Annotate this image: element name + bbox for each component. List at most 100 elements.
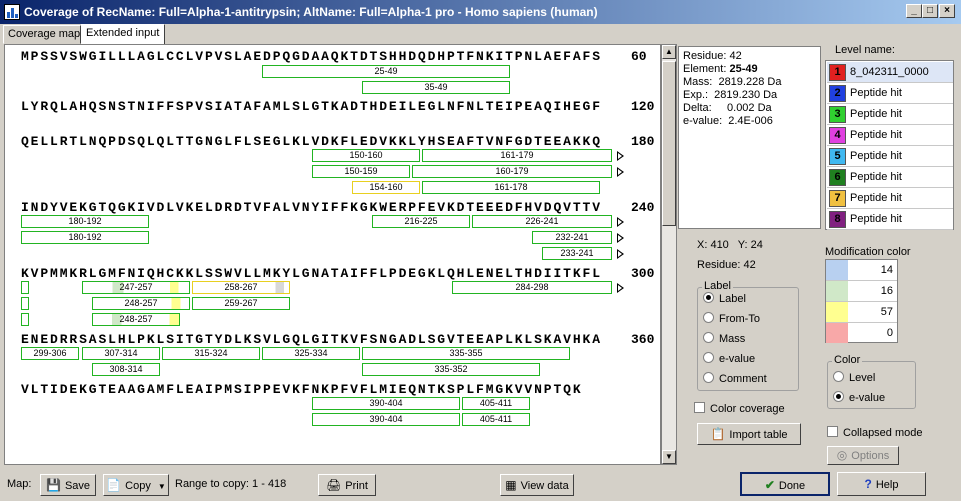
radio-from-to[interactable]: From-To: [703, 312, 760, 325]
peptide-bar[interactable]: 150-160: [312, 149, 420, 162]
options-button[interactable]: ◎ Options: [827, 446, 899, 465]
floppy-icon: 💾: [45, 478, 61, 492]
level-item[interactable]: 8 Peptide hit: [827, 209, 953, 230]
copy-button[interactable]: 📄 Copy ▼: [103, 474, 169, 496]
radio-label[interactable]: Label: [703, 292, 746, 305]
radio-e-value[interactable]: e-value: [703, 352, 755, 365]
sequence-position: 360: [631, 332, 655, 347]
peptide-bar[interactable]: 390-404: [312, 413, 460, 426]
level-item[interactable]: 5 Peptide hit: [827, 146, 953, 167]
save-button[interactable]: 💾 Save: [40, 474, 96, 496]
peptide-bar[interactable]: [21, 281, 29, 294]
clipboard-icon: 📋: [710, 427, 726, 441]
peptide-bar[interactable]: 161-178: [422, 181, 600, 194]
peptide-bar[interactable]: 161-179: [422, 149, 612, 162]
import-table-button[interactable]: 📋 Import table: [697, 423, 801, 445]
continuation-arrow-icon: [617, 249, 624, 259]
peptide-bar[interactable]: 232-241: [532, 231, 612, 244]
app-icon: [4, 4, 20, 20]
peptide-bar[interactable]: 307-314: [82, 347, 160, 360]
scroll-up-icon[interactable]: ▲: [662, 45, 676, 59]
color-group-title: Color: [832, 354, 863, 366]
level-color-swatch: 8: [829, 211, 846, 228]
info-element: Element: 25-49: [683, 63, 758, 75]
level-item[interactable]: 3 Peptide hit: [827, 104, 953, 125]
print-button[interactable]: 🖨 Print: [318, 474, 376, 496]
sequence-position: 300: [631, 266, 655, 281]
radio-color-e-value[interactable]: e-value: [833, 391, 885, 404]
vertical-scrollbar[interactable]: ▲ ▼: [661, 44, 677, 465]
peptide-bar[interactable]: 258-267: [192, 281, 290, 294]
modification-row[interactable]: 0: [826, 323, 897, 344]
peptide-bar[interactable]: 180-192: [21, 215, 149, 228]
tab-coverage-map[interactable]: Coverage map: [3, 25, 81, 44]
peptide-bar[interactable]: 226-241: [472, 215, 612, 228]
table-icon: ▦: [505, 478, 517, 492]
radio-mass[interactable]: Mass: [703, 332, 745, 345]
level-item[interactable]: 7 Peptide hit: [827, 188, 953, 209]
map-label: Map:: [7, 478, 32, 490]
peptide-bar[interactable]: 150-159: [312, 165, 410, 178]
peptide-bar[interactable]: 335-355: [362, 347, 570, 360]
level-item[interactable]: 2 Peptide hit: [827, 83, 953, 104]
modification-color-table[interactable]: 14 16 57 0: [825, 259, 898, 343]
range-to-copy: Range to copy: 1 - 418: [175, 478, 287, 490]
help-icon: ?: [864, 477, 872, 491]
peptide-bar[interactable]: 247-257: [82, 281, 190, 294]
collapsed-mode-checkbox[interactable]: Collapsed mode: [827, 426, 923, 439]
continuation-arrow-icon: [617, 167, 624, 177]
close-button[interactable]: ×: [939, 4, 955, 18]
level-color-swatch: 7: [829, 190, 846, 207]
modification-row[interactable]: 16: [826, 281, 897, 302]
radio-level[interactable]: Level: [833, 371, 875, 384]
view-data-button[interactable]: ▦ View data: [500, 474, 574, 496]
radio-comment[interactable]: Comment: [703, 372, 767, 385]
peptide-bar[interactable]: 154-160: [352, 181, 420, 194]
maximize-button[interactable]: □: [922, 4, 938, 18]
modification-row[interactable]: 57: [826, 302, 897, 323]
sequence-position: 180: [631, 134, 655, 149]
peptide-bar[interactable]: 216-225: [372, 215, 470, 228]
scroll-down-icon[interactable]: ▼: [662, 450, 676, 464]
scrollbar-thumb[interactable]: [662, 61, 676, 226]
sequence-coverage-map[interactable]: MPSSVSWGILLLAGLCCLVPVSLAEDPQGDAAQKTDTSHH…: [4, 44, 661, 465]
level-color-swatch: 3: [829, 106, 846, 123]
peptide-bar[interactable]: 299-306: [21, 347, 79, 360]
minimize-button[interactable]: _: [906, 4, 922, 18]
level-item[interactable]: 4 Peptide hit: [827, 125, 953, 146]
info-exp: Exp.: 2819.230 Da: [683, 89, 778, 101]
peptide-bar[interactable]: 35-49: [362, 81, 510, 94]
peptide-bar[interactable]: 180-192: [21, 231, 149, 244]
modification-title: Modification color: [825, 246, 911, 258]
peptide-bar[interactable]: 405-411: [462, 413, 530, 426]
sequence-line: KVPMMKRLGMFNIQHCKKLSSWVLLMKYLGNATAIFFLPD…: [21, 266, 602, 281]
peptide-bar[interactable]: 335-352: [362, 363, 540, 376]
peptide-bar[interactable]: 315-324: [162, 347, 260, 360]
done-button[interactable]: ✔ Done: [740, 472, 830, 496]
peptide-bar[interactable]: 390-404: [312, 397, 460, 410]
peptide-bar[interactable]: 405-411: [462, 397, 530, 410]
sequence-line: QELLRTLNQPDSQLQLTTGNGLFLSEGLKLVDKFLEDVKK…: [21, 134, 602, 149]
peptide-bar[interactable]: 308-314: [92, 363, 160, 376]
peptide-bar[interactable]: 25-49: [262, 65, 510, 78]
level-item[interactable]: 6 Peptide hit: [827, 167, 953, 188]
modification-row[interactable]: 14: [826, 260, 897, 281]
peptide-bar[interactable]: 248-257: [92, 297, 190, 310]
peptide-bar[interactable]: [21, 297, 29, 310]
options-icon: ◎: [836, 448, 848, 462]
peptide-bar[interactable]: 284-298: [452, 281, 612, 294]
sequence-line: MPSSVSWGILLLAGLCCLVPVSLAEDPQGDAAQKTDTSHH…: [21, 49, 602, 64]
help-button[interactable]: ? Help: [837, 472, 926, 496]
peptide-bar[interactable]: 233-241: [542, 247, 612, 260]
peptide-bar[interactable]: 259-267: [192, 297, 290, 310]
level-color-swatch: 2: [829, 85, 846, 102]
peptide-bar[interactable]: 325-334: [262, 347, 360, 360]
tab-extended-input[interactable]: Extended input: [81, 24, 165, 45]
levels-list[interactable]: 1 8_042311_0000 2 Peptide hit 3 Peptide hit…: [825, 60, 954, 230]
peptide-info-panel: Residue: 42 Element: 25-49 Mass: 2819.22…: [678, 46, 821, 229]
color-coverage-checkbox[interactable]: Color coverage: [694, 402, 785, 415]
peptide-bar[interactable]: [21, 313, 29, 326]
peptide-bar[interactable]: 160-179: [412, 165, 612, 178]
peptide-bar[interactable]: 248-257: [92, 313, 180, 326]
level-item[interactable]: 1 8_042311_0000: [827, 62, 953, 83]
